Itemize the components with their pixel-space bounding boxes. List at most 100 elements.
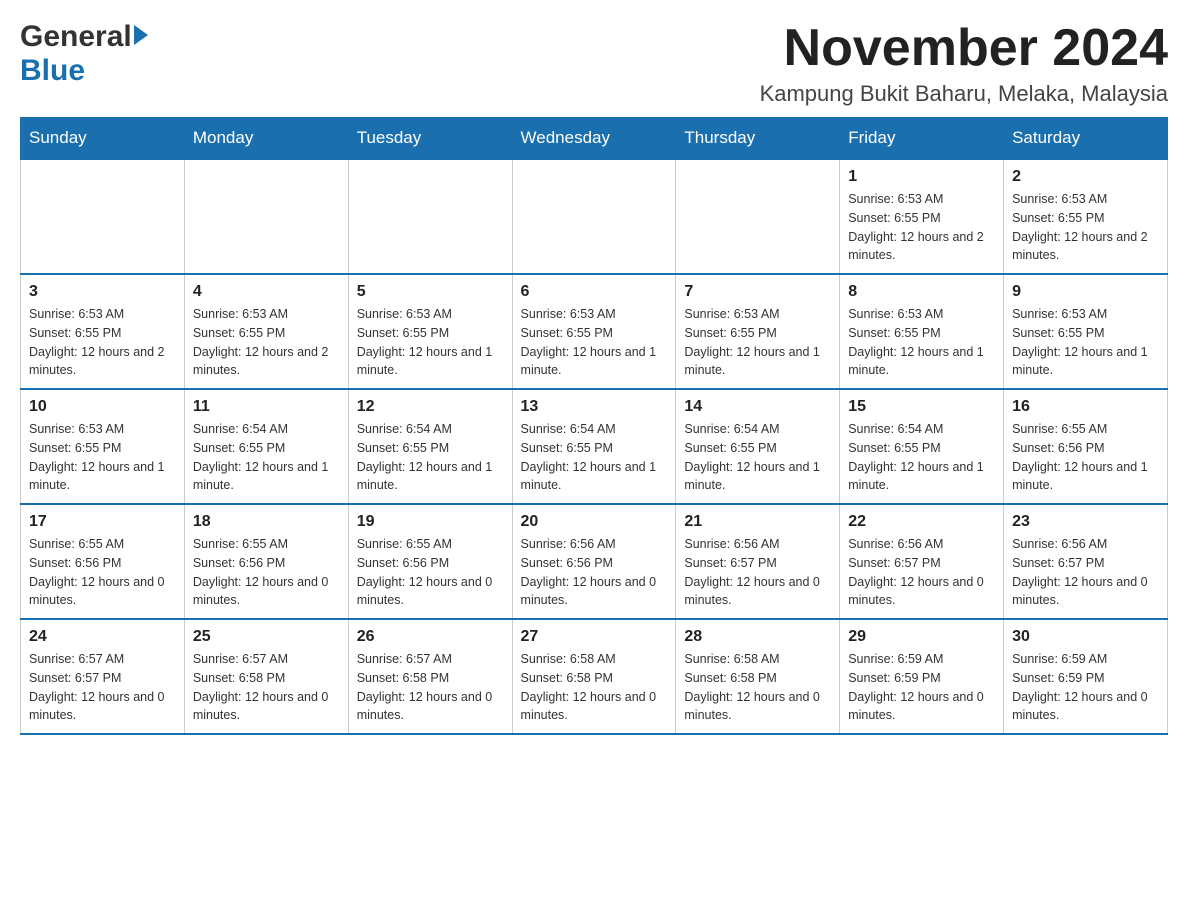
calendar-cell: 6 Sunrise: 6:53 AM Sunset: 6:55 PM Daylig… [512, 274, 676, 389]
day-number: 25 [193, 628, 340, 646]
sun-info: Sunrise: 6:55 AM Sunset: 6:56 PM Dayligh… [1012, 420, 1159, 495]
weekday-header-friday: Friday [840, 118, 1004, 160]
calendar-cell: 28 Sunrise: 6:58 AM Sunset: 6:58 PM Dayli… [676, 619, 840, 734]
day-number: 18 [193, 513, 340, 531]
weekday-header-monday: Monday [184, 118, 348, 160]
calendar-cell [348, 159, 512, 274]
sun-info: Sunrise: 6:57 AM Sunset: 6:57 PM Dayligh… [29, 650, 176, 725]
calendar-cell: 15 Sunrise: 6:54 AM Sunset: 6:55 PM Dayli… [840, 389, 1004, 504]
day-number: 1 [848, 168, 995, 186]
calendar-cell: 8 Sunrise: 6:53 AM Sunset: 6:55 PM Daylig… [840, 274, 1004, 389]
day-number: 24 [29, 628, 176, 646]
day-number: 10 [29, 398, 176, 416]
sun-info: Sunrise: 6:54 AM Sunset: 6:55 PM Dayligh… [193, 420, 340, 495]
calendar-cell: 23 Sunrise: 6:56 AM Sunset: 6:57 PM Dayli… [1004, 504, 1168, 619]
day-number: 8 [848, 283, 995, 301]
sun-info: Sunrise: 6:53 AM Sunset: 6:55 PM Dayligh… [357, 305, 504, 380]
day-number: 14 [684, 398, 831, 416]
calendar-week-row: 24 Sunrise: 6:57 AM Sunset: 6:57 PM Dayli… [21, 619, 1168, 734]
sun-info: Sunrise: 6:55 AM Sunset: 6:56 PM Dayligh… [29, 535, 176, 610]
day-number: 9 [1012, 283, 1159, 301]
calendar-header-row: SundayMondayTuesdayWednesdayThursdayFrid… [21, 118, 1168, 160]
sun-info: Sunrise: 6:53 AM Sunset: 6:55 PM Dayligh… [848, 305, 995, 380]
sun-info: Sunrise: 6:54 AM Sunset: 6:55 PM Dayligh… [684, 420, 831, 495]
day-number: 28 [684, 628, 831, 646]
calendar-cell: 22 Sunrise: 6:56 AM Sunset: 6:57 PM Dayli… [840, 504, 1004, 619]
weekday-header-thursday: Thursday [676, 118, 840, 160]
sun-info: Sunrise: 6:53 AM Sunset: 6:55 PM Dayligh… [521, 305, 668, 380]
calendar-cell: 4 Sunrise: 6:53 AM Sunset: 6:55 PM Daylig… [184, 274, 348, 389]
sun-info: Sunrise: 6:56 AM Sunset: 6:57 PM Dayligh… [684, 535, 831, 610]
calendar-cell: 21 Sunrise: 6:56 AM Sunset: 6:57 PM Dayli… [676, 504, 840, 619]
calendar-cell: 17 Sunrise: 6:55 AM Sunset: 6:56 PM Dayli… [21, 504, 185, 619]
day-number: 29 [848, 628, 995, 646]
day-number: 12 [357, 398, 504, 416]
calendar-cell: 12 Sunrise: 6:54 AM Sunset: 6:55 PM Dayli… [348, 389, 512, 504]
calendar-cell: 7 Sunrise: 6:53 AM Sunset: 6:55 PM Daylig… [676, 274, 840, 389]
day-number: 19 [357, 513, 504, 531]
day-number: 26 [357, 628, 504, 646]
calendar-cell: 3Sunrise: 6:53 AM Sunset: 6:55 PM Daylig… [21, 274, 185, 389]
day-number: 22 [848, 513, 995, 531]
sun-info: Sunrise: 6:59 AM Sunset: 6:59 PM Dayligh… [848, 650, 995, 725]
day-number: 21 [684, 513, 831, 531]
logo-general-text: General [20, 20, 132, 54]
calendar-cell: 20Sunrise: 6:56 AM Sunset: 6:56 PM Dayli… [512, 504, 676, 619]
calendar-week-row: 10Sunrise: 6:53 AM Sunset: 6:55 PM Dayli… [21, 389, 1168, 504]
weekday-header-saturday: Saturday [1004, 118, 1168, 160]
day-number: 6 [521, 283, 668, 301]
logo-blue-text: Blue [20, 54, 85, 88]
sun-info: Sunrise: 6:56 AM Sunset: 6:57 PM Dayligh… [848, 535, 995, 610]
calendar-cell: 29 Sunrise: 6:59 AM Sunset: 6:59 PM Dayli… [840, 619, 1004, 734]
sun-info: Sunrise: 6:54 AM Sunset: 6:55 PM Dayligh… [521, 420, 668, 495]
calendar-cell: 25Sunrise: 6:57 AM Sunset: 6:58 PM Dayli… [184, 619, 348, 734]
day-number: 5 [357, 283, 504, 301]
calendar-cell: 1 Sunrise: 6:53 AM Sunset: 6:55 PM Daylig… [840, 159, 1004, 274]
sun-info: Sunrise: 6:53 AM Sunset: 6:55 PM Dayligh… [193, 305, 340, 380]
calendar-cell [512, 159, 676, 274]
calendar-cell: 19 Sunrise: 6:55 AM Sunset: 6:56 PM Dayli… [348, 504, 512, 619]
page-header: General Blue November 2024 Kampung Bukit… [20, 20, 1168, 107]
calendar-cell: 11 Sunrise: 6:54 AM Sunset: 6:55 PM Dayli… [184, 389, 348, 504]
day-number: 27 [521, 628, 668, 646]
day-number: 7 [684, 283, 831, 301]
day-number: 4 [193, 283, 340, 301]
day-number: 30 [1012, 628, 1159, 646]
location-text: Kampung Bukit Baharu, Melaka, Malaysia [760, 81, 1168, 107]
sun-info: Sunrise: 6:53 AM Sunset: 6:55 PM Dayligh… [848, 190, 995, 265]
day-number: 17 [29, 513, 176, 531]
sun-info: Sunrise: 6:59 AM Sunset: 6:59 PM Dayligh… [1012, 650, 1159, 725]
sun-info: Sunrise: 6:56 AM Sunset: 6:56 PM Dayligh… [521, 535, 668, 610]
calendar-cell: 9 Sunrise: 6:53 AM Sunset: 6:55 PM Daylig… [1004, 274, 1168, 389]
calendar-cell: 2Sunrise: 6:53 AM Sunset: 6:55 PM Daylig… [1004, 159, 1168, 274]
day-number: 11 [193, 398, 340, 416]
day-number: 23 [1012, 513, 1159, 531]
weekday-header-tuesday: Tuesday [348, 118, 512, 160]
calendar-table: SundayMondayTuesdayWednesdayThursdayFrid… [20, 117, 1168, 735]
calendar-cell: 13Sunrise: 6:54 AM Sunset: 6:55 PM Dayli… [512, 389, 676, 504]
sun-info: Sunrise: 6:54 AM Sunset: 6:55 PM Dayligh… [848, 420, 995, 495]
calendar-cell: 26Sunrise: 6:57 AM Sunset: 6:58 PM Dayli… [348, 619, 512, 734]
sun-info: Sunrise: 6:54 AM Sunset: 6:55 PM Dayligh… [357, 420, 504, 495]
calendar-week-row: 3 Sunrise: 6:53 AM Sunset: 6:55 PM Daylig… [21, 274, 1168, 389]
logo-arrow-icon [134, 25, 148, 45]
calendar-cell: 16 Sunrise: 6:55 AM Sunset: 6:56 PM Dayli… [1004, 389, 1168, 504]
calendar-cell: 27 Sunrise: 6:58 AM Sunset: 6:58 PM Dayli… [512, 619, 676, 734]
day-number: 16 [1012, 398, 1159, 416]
calendar-cell: 5 Sunrise: 6:53 AM Sunset: 6:55 PM Daylig… [348, 274, 512, 389]
sun-info: Sunrise: 6:55 AM Sunset: 6:56 PM Dayligh… [357, 535, 504, 610]
calendar-cell: 18 Sunrise: 6:55 AM Sunset: 6:56 PM Dayli… [184, 504, 348, 619]
month-title: November 2024 [760, 20, 1168, 77]
sun-info: Sunrise: 6:55 AM Sunset: 6:56 PM Dayligh… [193, 535, 340, 610]
sun-info: Sunrise: 6:53 AM Sunset: 6:55 PM Dayligh… [1012, 305, 1159, 380]
sun-info: Sunrise: 6:56 AM Sunset: 6:57 PM Dayligh… [1012, 535, 1159, 610]
day-number: 2 [1012, 168, 1159, 186]
calendar-cell [21, 159, 185, 274]
calendar-cell [184, 159, 348, 274]
day-number: 3 [29, 283, 176, 301]
sun-info: Sunrise: 6:58 AM Sunset: 6:58 PM Dayligh… [684, 650, 831, 725]
sun-info: Sunrise: 6:58 AM Sunset: 6:58 PM Dayligh… [521, 650, 668, 725]
day-number: 15 [848, 398, 995, 416]
sun-info: Sunrise: 6:53 AM Sunset: 6:55 PM Dayligh… [684, 305, 831, 380]
calendar-week-row: 17 Sunrise: 6:55 AM Sunset: 6:56 PM Dayli… [21, 504, 1168, 619]
